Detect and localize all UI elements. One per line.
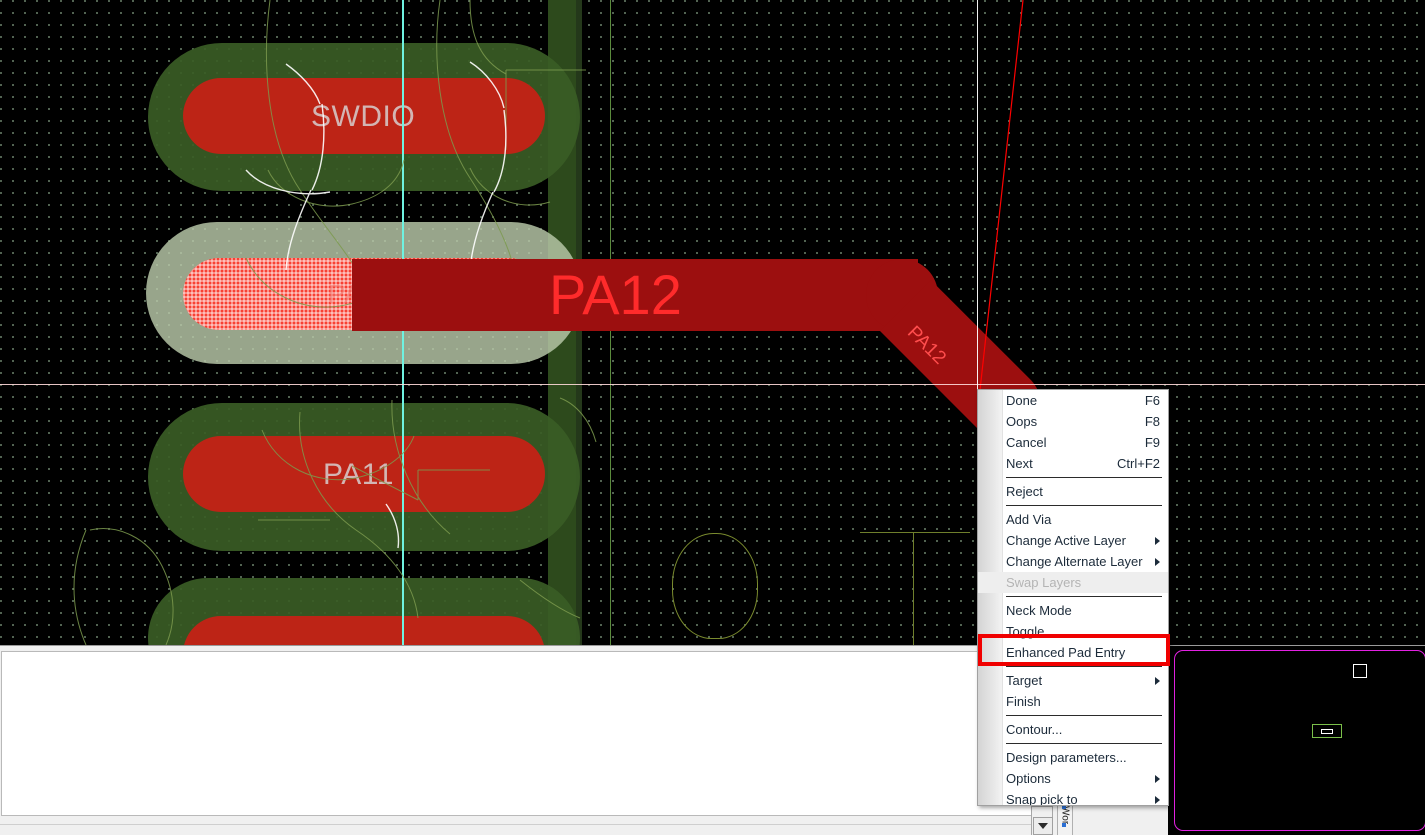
worksheet-tab[interactable]: Wor (1057, 803, 1073, 835)
command-output-pane[interactable] (1, 651, 1036, 816)
menu-item-label: Target (1006, 673, 1043, 688)
menu-item-done[interactable]: Done F6 (978, 390, 1168, 411)
board-outline (1174, 650, 1425, 831)
menu-item-label: Swap Layers (1006, 575, 1082, 590)
menu-item-snap-pick-to[interactable]: Snap pick to (978, 789, 1168, 806)
menu-item-change-alternate-layer[interactable]: Change Alternate Layer (978, 551, 1168, 572)
pad-pa11[interactable]: PA11 (0, 400, 600, 590)
crosshair-horizontal (0, 384, 1425, 385)
copper-pad (183, 616, 545, 645)
board-marker-square (1353, 664, 1367, 678)
bottom-status-strip (0, 824, 1040, 835)
menu-item-reject[interactable]: Reject (978, 481, 1168, 502)
menu-item-enhanced-pad-entry[interactable]: Enhanced Pad Entry (978, 642, 1168, 663)
scroll-down-button[interactable] (1033, 817, 1053, 835)
menu-separator (1006, 596, 1162, 597)
menu-item-contour[interactable]: Contour... (978, 719, 1168, 740)
menu-item-label: Add Via (1006, 512, 1052, 527)
board-component-outline (1312, 724, 1342, 738)
menu-separator (1006, 477, 1162, 478)
application-window: SWDIO PA12 PA11 (0, 0, 1425, 835)
pcb-canvas[interactable]: SWDIO PA12 PA11 (0, 0, 1425, 645)
menu-item-label: Change Alternate Layer (1006, 554, 1143, 569)
menu-item-label: Design parameters... (1006, 750, 1127, 765)
silkscreen-t-vertical (913, 532, 914, 645)
menu-separator (1006, 505, 1162, 506)
submenu-arrow-icon (1155, 795, 1160, 804)
menu-item-neck-mode[interactable]: Neck Mode (978, 600, 1168, 621)
menu-separator (1006, 743, 1162, 744)
board-overview-pane[interactable] (1168, 646, 1425, 835)
menu-item-oops[interactable]: Oops F8 (978, 411, 1168, 432)
menu-item-label: Neck Mode (1006, 603, 1072, 618)
menu-item-change-active-layer[interactable]: Change Active Layer (978, 530, 1168, 551)
menu-item-label: Toggle (1006, 624, 1045, 639)
menu-item-cancel[interactable]: Cancel F9 (978, 432, 1168, 453)
board-component-pad (1321, 728, 1333, 734)
route-context-menu[interactable]: Done F6 Oops F8 Cancel F9 Next Ctrl+F2 Reject Add… (977, 389, 1169, 806)
menu-item-shortcut: F9 (1144, 435, 1160, 450)
menu-separator (1006, 715, 1162, 716)
menu-item-label: Change Active Layer (1006, 533, 1126, 548)
submenu-arrow-icon (1155, 774, 1160, 783)
pad-bottom-partial[interactable] (0, 578, 600, 645)
menu-item-label: Contour... (1006, 722, 1063, 737)
menu-item-next[interactable]: Next Ctrl+F2 (978, 453, 1168, 474)
menu-item-options[interactable]: Options (978, 768, 1168, 789)
pad-label-pa11: PA11 (323, 458, 394, 491)
menu-item-label: Finish (1006, 694, 1041, 709)
menu-item-add-via[interactable]: Add Via (978, 509, 1168, 530)
silkscreen-t-horizontal (860, 532, 970, 533)
pad-swdio[interactable]: SWDIO (0, 0, 600, 200)
menu-item-label: Enhanced Pad Entry (1006, 645, 1126, 660)
menu-item-shortcut: Ctrl+F2 (1117, 456, 1160, 471)
menu-item-label: Next (1006, 456, 1033, 471)
route-trace-label: PA12 (549, 263, 682, 326)
menu-item-label: Options (1006, 771, 1051, 786)
submenu-arrow-icon (1155, 536, 1160, 545)
submenu-arrow-icon (1155, 676, 1160, 685)
pad-label-swdio: SWDIO (311, 100, 416, 133)
menu-item-toggle[interactable]: Toggle (978, 621, 1168, 642)
menu-item-label: Oops (1006, 414, 1038, 429)
menu-item-target[interactable]: Target (978, 670, 1168, 691)
menu-item-shortcut: F8 (1144, 414, 1160, 429)
menu-item-swap-layers: Swap Layers (978, 572, 1168, 593)
menu-item-shortcut: F6 (1144, 393, 1160, 408)
menu-item-design-parameters[interactable]: Design parameters... (978, 747, 1168, 768)
submenu-arrow-icon (1155, 557, 1160, 566)
menu-item-finish[interactable]: Finish (978, 691, 1168, 712)
menu-item-label: Snap pick to (1006, 792, 1078, 806)
silkscreen-oval-outline (672, 533, 758, 639)
menu-item-label: Reject (1006, 484, 1043, 499)
menu-item-label: Cancel (1006, 435, 1047, 450)
menu-item-list: Done F6 Oops F8 Cancel F9 Next Ctrl+F2 Reject Add… (978, 390, 1168, 806)
chevron-down-icon (1038, 823, 1048, 829)
menu-item-label: Done (1006, 393, 1038, 408)
menu-separator (1006, 666, 1162, 667)
